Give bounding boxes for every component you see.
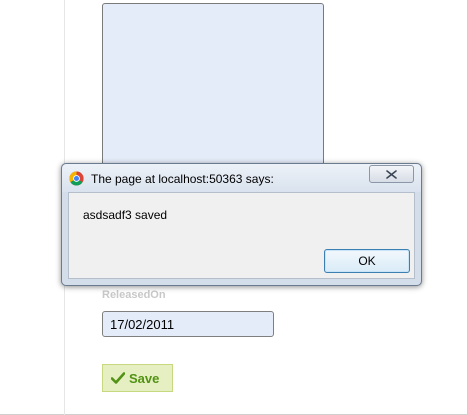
released-on-label: ReleasedOn bbox=[102, 289, 166, 301]
dialog-message: asdsadf3 saved bbox=[83, 208, 168, 222]
released-on-input[interactable]: 17/02/2011 bbox=[102, 311, 274, 337]
ok-button[interactable]: OK bbox=[324, 249, 410, 273]
save-button-label: Save bbox=[129, 370, 160, 386]
dialog-title: The page at localhost:50363 says: bbox=[91, 172, 274, 186]
dialog-close-button[interactable] bbox=[369, 165, 414, 183]
save-button[interactable]: Save bbox=[102, 364, 173, 392]
close-icon bbox=[386, 170, 397, 179]
dialog-titlebar[interactable]: The page at localhost:50363 says: bbox=[62, 164, 421, 192]
page-frame: ReleasedOn 17/02/2011 Save The page at l… bbox=[0, 0, 468, 415]
alert-dialog: The page at localhost:50363 says: asdsad… bbox=[61, 163, 422, 286]
checkmark-icon bbox=[111, 372, 125, 384]
chrome-icon bbox=[69, 171, 84, 186]
dialog-body: asdsadf3 saved OK bbox=[68, 192, 415, 279]
